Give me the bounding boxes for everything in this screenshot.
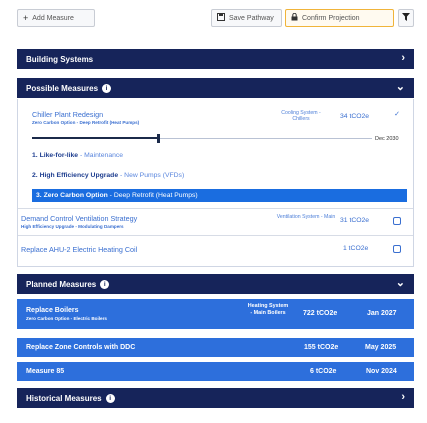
measure-title[interactable]: Replace AHU-2 Electric Heating Coil bbox=[21, 245, 137, 254]
planned-date: Nov 2024 bbox=[366, 368, 397, 375]
info-icon[interactable]: i bbox=[105, 393, 115, 403]
planned-value: 155 tCO2e bbox=[304, 344, 339, 351]
planned-name: Replace Zone Controls with DDC bbox=[26, 344, 136, 351]
planned-value: 6 tCO2e bbox=[310, 368, 337, 375]
measure-category: Cooling System - Chillers bbox=[281, 110, 321, 122]
measure-title[interactable]: Chiller Plant Redesign bbox=[32, 110, 103, 119]
filter-icon bbox=[402, 13, 410, 23]
historical-measures-header[interactable]: Historical Measures i › bbox=[17, 388, 414, 408]
option-high-efficiency[interactable]: 2. High Efficiency Upgrade - New Pumps (… bbox=[32, 172, 184, 179]
checked-icon[interactable]: ✓ bbox=[393, 111, 401, 120]
option-like-for-like[interactable]: 1. Like-for-like - Maintenance bbox=[32, 152, 123, 159]
timeline-slider[interactable] bbox=[32, 134, 372, 144]
building-systems-title: Building Systems bbox=[26, 54, 94, 64]
chevron-down-icon: ⌄ bbox=[395, 81, 405, 93]
add-measure-button[interactable]: + Add Measure bbox=[17, 9, 95, 27]
planned-value: 722 tCO2e bbox=[303, 310, 338, 317]
planned-name: Replace Boilers bbox=[26, 307, 79, 314]
confirm-projection-label: Confirm Projection bbox=[302, 14, 360, 22]
toolbar: + Add Measure Save Pathway Confirm Proje… bbox=[14, 9, 414, 29]
measure-subtitle: High Efficiency Upgrade - Modulating Dam… bbox=[21, 224, 124, 229]
divider bbox=[18, 235, 413, 236]
info-icon[interactable]: i bbox=[102, 83, 112, 93]
planned-name: Measure 85 bbox=[26, 368, 65, 375]
measure-value: 34 tCO2e bbox=[340, 113, 370, 120]
planned-date: May 2025 bbox=[365, 344, 397, 351]
measure-value: 1 tCO2e bbox=[343, 245, 369, 252]
lock-icon bbox=[291, 12, 298, 23]
save-pathway-label: Save Pathway bbox=[229, 14, 274, 22]
measure-category: Ventilation System - Main bbox=[276, 214, 336, 220]
historical-measures-title: Historical Measures bbox=[26, 393, 102, 403]
confirm-projection-button[interactable]: Confirm Projection bbox=[285, 9, 394, 27]
measure-title[interactable]: Demand Control Ventilation Strategy bbox=[21, 214, 137, 223]
building-systems-header[interactable]: Building Systems › bbox=[17, 49, 414, 69]
planned-category: Heating System - Main Boilers bbox=[247, 303, 289, 316]
planned-subtitle: Zero Carbon Option - Electric Boilers bbox=[26, 316, 107, 321]
divider bbox=[18, 208, 413, 209]
measure-subtitle: Zero Carbon Option - Deep Retrofit (Heat… bbox=[32, 120, 140, 125]
possible-measures-title: Possible Measures bbox=[26, 83, 99, 93]
planned-measures-header[interactable]: Planned Measures i ⌄ bbox=[17, 274, 414, 294]
chevron-right-icon: › bbox=[401, 391, 405, 403]
planned-date: Jan 2027 bbox=[367, 310, 397, 317]
planned-row[interactable]: Replace Zone Controls with DDC 155 tCO2e… bbox=[17, 338, 414, 357]
possible-measures-list: Chiller Plant Redesign Zero Carbon Optio… bbox=[17, 99, 414, 267]
measure-value: 31 tCO2e bbox=[340, 217, 370, 224]
save-icon bbox=[217, 13, 225, 23]
filter-button[interactable] bbox=[398, 9, 414, 27]
plus-icon: + bbox=[23, 12, 29, 23]
checkbox[interactable] bbox=[393, 245, 401, 253]
chevron-down-icon: ⌄ bbox=[395, 277, 405, 289]
planned-row[interactable]: Replace Boilers Zero Carbon Option - Ele… bbox=[17, 299, 414, 329]
slider-handle[interactable] bbox=[157, 134, 160, 143]
planned-measures-title: Planned Measures bbox=[26, 279, 97, 289]
info-icon[interactable]: i bbox=[100, 279, 110, 289]
chevron-right-icon: › bbox=[401, 52, 405, 64]
slider-fill bbox=[32, 137, 159, 139]
slider-date: Dec 2030 bbox=[375, 136, 399, 142]
checkbox[interactable] bbox=[393, 217, 401, 225]
save-pathway-button[interactable]: Save Pathway bbox=[211, 9, 282, 27]
add-measure-label: Add Measure bbox=[32, 14, 74, 22]
planned-row[interactable]: Measure 85 6 tCO2e Nov 2024 bbox=[17, 362, 414, 381]
option-zero-carbon-selected[interactable]: 3. Zero Carbon Option - Deep Retrofit (H… bbox=[32, 189, 407, 202]
possible-measures-header[interactable]: Possible Measures i ⌄ bbox=[17, 78, 414, 98]
